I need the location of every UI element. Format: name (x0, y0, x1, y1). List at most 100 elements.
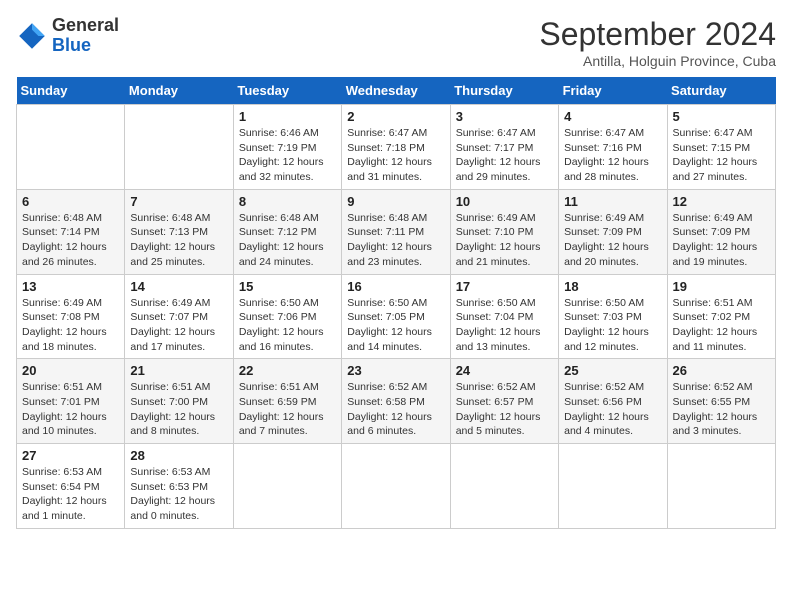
day-number: 1 (239, 109, 336, 124)
logo-general: General (52, 15, 119, 35)
day-info: Sunrise: 6:51 AMSunset: 6:59 PMDaylight:… (239, 380, 336, 439)
calendar-cell: 14 Sunrise: 6:49 AMSunset: 7:07 PMDaylig… (125, 274, 233, 359)
col-wednesday: Wednesday (342, 77, 450, 105)
calendar-week-row: 27 Sunrise: 6:53 AMSunset: 6:54 PMDaylig… (17, 444, 776, 529)
calendar-cell (667, 444, 775, 529)
day-number: 24 (456, 363, 553, 378)
day-number: 5 (673, 109, 770, 124)
day-info: Sunrise: 6:50 AMSunset: 7:06 PMDaylight:… (239, 296, 336, 355)
calendar-cell: 17 Sunrise: 6:50 AMSunset: 7:04 PMDaylig… (450, 274, 558, 359)
calendar-cell: 24 Sunrise: 6:52 AMSunset: 6:57 PMDaylig… (450, 359, 558, 444)
calendar-table: Sunday Monday Tuesday Wednesday Thursday… (16, 77, 776, 529)
day-number: 13 (22, 279, 119, 294)
calendar-cell: 25 Sunrise: 6:52 AMSunset: 6:56 PMDaylig… (559, 359, 667, 444)
calendar-cell: 28 Sunrise: 6:53 AMSunset: 6:53 PMDaylig… (125, 444, 233, 529)
calendar-cell: 27 Sunrise: 6:53 AMSunset: 6:54 PMDaylig… (17, 444, 125, 529)
day-info: Sunrise: 6:49 AMSunset: 7:09 PMDaylight:… (564, 211, 661, 270)
calendar-cell: 3 Sunrise: 6:47 AMSunset: 7:17 PMDayligh… (450, 105, 558, 190)
day-info: Sunrise: 6:47 AMSunset: 7:16 PMDaylight:… (564, 126, 661, 185)
title-block: September 2024 Antilla, Holguin Province… (539, 16, 776, 69)
day-info: Sunrise: 6:49 AMSunset: 7:09 PMDaylight:… (673, 211, 770, 270)
day-info: Sunrise: 6:47 AMSunset: 7:18 PMDaylight:… (347, 126, 444, 185)
calendar-week-row: 1 Sunrise: 6:46 AMSunset: 7:19 PMDayligh… (17, 105, 776, 190)
day-number: 14 (130, 279, 227, 294)
day-number: 22 (239, 363, 336, 378)
day-info (130, 111, 227, 140)
col-sunday: Sunday (17, 77, 125, 105)
calendar-week-row: 13 Sunrise: 6:49 AMSunset: 7:08 PMDaylig… (17, 274, 776, 359)
day-info: Sunrise: 6:52 AMSunset: 6:57 PMDaylight:… (456, 380, 553, 439)
calendar-cell: 22 Sunrise: 6:51 AMSunset: 6:59 PMDaylig… (233, 359, 341, 444)
day-number: 23 (347, 363, 444, 378)
day-info: Sunrise: 6:49 AMSunset: 7:08 PMDaylight:… (22, 296, 119, 355)
day-number: 12 (673, 194, 770, 209)
calendar-cell (450, 444, 558, 529)
day-info: Sunrise: 6:53 AMSunset: 6:54 PMDaylight:… (22, 465, 119, 524)
day-info: Sunrise: 6:50 AMSunset: 7:03 PMDaylight:… (564, 296, 661, 355)
day-number: 3 (456, 109, 553, 124)
day-info: Sunrise: 6:46 AMSunset: 7:19 PMDaylight:… (239, 126, 336, 185)
calendar-week-row: 6 Sunrise: 6:48 AMSunset: 7:14 PMDayligh… (17, 189, 776, 274)
day-info: Sunrise: 6:48 AMSunset: 7:13 PMDaylight:… (130, 211, 227, 270)
calendar-cell: 4 Sunrise: 6:47 AMSunset: 7:16 PMDayligh… (559, 105, 667, 190)
col-monday: Monday (125, 77, 233, 105)
calendar-cell: 26 Sunrise: 6:52 AMSunset: 6:55 PMDaylig… (667, 359, 775, 444)
month-title: September 2024 (539, 16, 776, 53)
calendar-header-row: Sunday Monday Tuesday Wednesday Thursday… (17, 77, 776, 105)
location: Antilla, Holguin Province, Cuba (539, 53, 776, 69)
logo-blue: Blue (52, 35, 91, 55)
calendar-cell: 9 Sunrise: 6:48 AMSunset: 7:11 PMDayligh… (342, 189, 450, 274)
calendar-cell (233, 444, 341, 529)
day-info: Sunrise: 6:51 AMSunset: 7:00 PMDaylight:… (130, 380, 227, 439)
logo: General Blue (16, 16, 119, 56)
col-tuesday: Tuesday (233, 77, 341, 105)
day-number: 7 (130, 194, 227, 209)
logo-text: General Blue (52, 16, 119, 56)
day-info: Sunrise: 6:50 AMSunset: 7:05 PMDaylight:… (347, 296, 444, 355)
day-info: Sunrise: 6:48 AMSunset: 7:14 PMDaylight:… (22, 211, 119, 270)
day-info: Sunrise: 6:48 AMSunset: 7:11 PMDaylight:… (347, 211, 444, 270)
calendar-cell: 23 Sunrise: 6:52 AMSunset: 6:58 PMDaylig… (342, 359, 450, 444)
day-info: Sunrise: 6:52 AMSunset: 6:56 PMDaylight:… (564, 380, 661, 439)
calendar-cell: 11 Sunrise: 6:49 AMSunset: 7:09 PMDaylig… (559, 189, 667, 274)
day-info: Sunrise: 6:47 AMSunset: 7:15 PMDaylight:… (673, 126, 770, 185)
day-number: 27 (22, 448, 119, 463)
day-number: 25 (564, 363, 661, 378)
day-number: 16 (347, 279, 444, 294)
calendar-cell: 19 Sunrise: 6:51 AMSunset: 7:02 PMDaylig… (667, 274, 775, 359)
calendar-cell: 16 Sunrise: 6:50 AMSunset: 7:05 PMDaylig… (342, 274, 450, 359)
day-number: 15 (239, 279, 336, 294)
calendar-cell: 2 Sunrise: 6:47 AMSunset: 7:18 PMDayligh… (342, 105, 450, 190)
calendar-cell: 18 Sunrise: 6:50 AMSunset: 7:03 PMDaylig… (559, 274, 667, 359)
day-info: Sunrise: 6:52 AMSunset: 6:55 PMDaylight:… (673, 380, 770, 439)
col-thursday: Thursday (450, 77, 558, 105)
col-saturday: Saturday (667, 77, 775, 105)
col-friday: Friday (559, 77, 667, 105)
day-info: Sunrise: 6:50 AMSunset: 7:04 PMDaylight:… (456, 296, 553, 355)
calendar-cell: 1 Sunrise: 6:46 AMSunset: 7:19 PMDayligh… (233, 105, 341, 190)
day-number: 17 (456, 279, 553, 294)
day-info: Sunrise: 6:51 AMSunset: 7:02 PMDaylight:… (673, 296, 770, 355)
day-number: 2 (347, 109, 444, 124)
calendar-cell: 7 Sunrise: 6:48 AMSunset: 7:13 PMDayligh… (125, 189, 233, 274)
day-number: 10 (456, 194, 553, 209)
day-info: Sunrise: 6:49 AMSunset: 7:07 PMDaylight:… (130, 296, 227, 355)
day-info: Sunrise: 6:53 AMSunset: 6:53 PMDaylight:… (130, 465, 227, 524)
calendar-cell (17, 105, 125, 190)
calendar-cell: 21 Sunrise: 6:51 AMSunset: 7:00 PMDaylig… (125, 359, 233, 444)
calendar-cell: 20 Sunrise: 6:51 AMSunset: 7:01 PMDaylig… (17, 359, 125, 444)
day-number: 28 (130, 448, 227, 463)
day-info: Sunrise: 6:51 AMSunset: 7:01 PMDaylight:… (22, 380, 119, 439)
day-number: 18 (564, 279, 661, 294)
day-info: Sunrise: 6:47 AMSunset: 7:17 PMDaylight:… (456, 126, 553, 185)
day-number: 6 (22, 194, 119, 209)
calendar-cell (342, 444, 450, 529)
calendar-cell: 6 Sunrise: 6:48 AMSunset: 7:14 PMDayligh… (17, 189, 125, 274)
calendar-cell: 8 Sunrise: 6:48 AMSunset: 7:12 PMDayligh… (233, 189, 341, 274)
day-info: Sunrise: 6:49 AMSunset: 7:10 PMDaylight:… (456, 211, 553, 270)
calendar-cell: 15 Sunrise: 6:50 AMSunset: 7:06 PMDaylig… (233, 274, 341, 359)
calendar-cell (559, 444, 667, 529)
day-info: Sunrise: 6:52 AMSunset: 6:58 PMDaylight:… (347, 380, 444, 439)
calendar-cell: 10 Sunrise: 6:49 AMSunset: 7:10 PMDaylig… (450, 189, 558, 274)
logo-icon (16, 20, 48, 52)
